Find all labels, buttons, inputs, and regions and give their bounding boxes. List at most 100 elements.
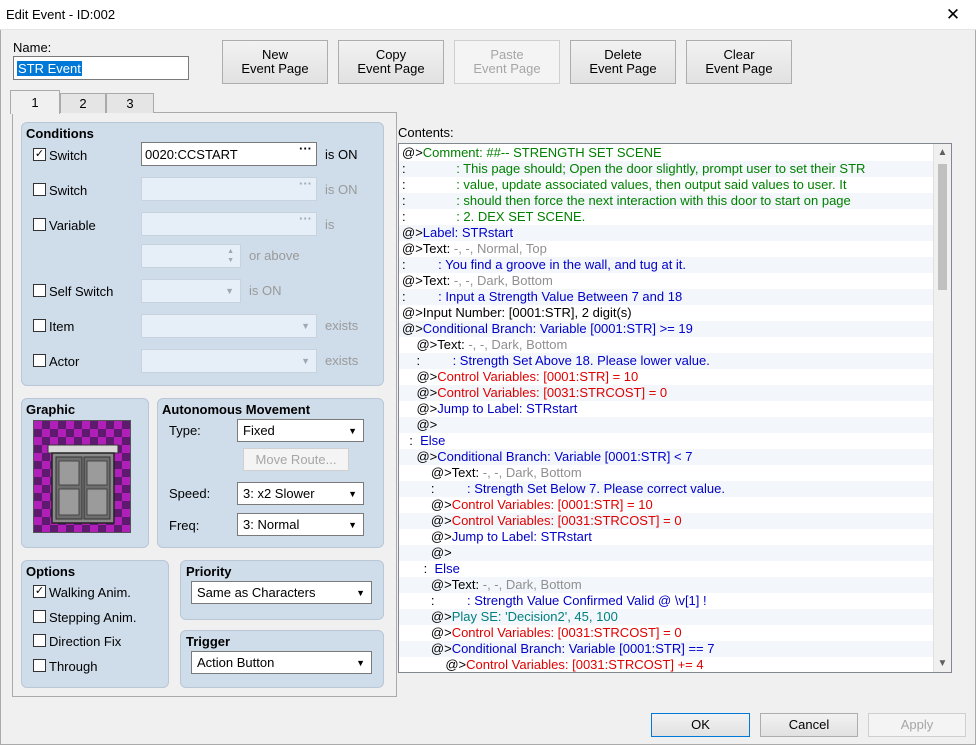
through-checkbox[interactable] <box>33 659 46 672</box>
cancel-button[interactable]: Cancel <box>760 713 858 737</box>
movement-type-select[interactable]: Fixed ▼ <box>237 419 364 442</box>
command-line[interactable]: : : should then force the next interacti… <box>399 193 933 209</box>
switch1-field[interactable]: 0020:CCSTART ··· <box>141 142 317 166</box>
actor-select[interactable]: ▼ <box>141 349 317 373</box>
ok-button[interactable]: OK <box>651 713 750 737</box>
command-line[interactable]: : : This page should; Open the door slig… <box>399 161 933 177</box>
command-line[interactable]: : : Strength Value Confirmed Valid @ \v[… <box>399 593 933 609</box>
priority-select[interactable]: Same as Characters ▼ <box>191 581 372 604</box>
door-sprite-icon <box>34 421 130 532</box>
command-text: Conditional Branch: Variable [0001:STR] … <box>451 641 715 656</box>
ellipsis-icon[interactable]: ··· <box>299 213 312 226</box>
item-select[interactable]: ▼ <box>141 314 317 338</box>
command-line[interactable]: @>Conditional Branch: Variable [0001:STR… <box>399 321 933 337</box>
command-line[interactable]: @> <box>399 417 933 433</box>
command-line[interactable]: @>Conditional Branch: Variable [0001:STR… <box>399 641 933 657</box>
stepping-anim-checkbox[interactable] <box>33 610 46 623</box>
command-text: : Strength Set Below 7. Please correct v… <box>434 481 725 496</box>
command-line[interactable]: : : Input a Strength Value Between 7 and… <box>399 289 933 305</box>
tab-page-2[interactable]: 2 <box>60 93 106 113</box>
command-line[interactable]: @>Text: -, -, Normal, Top <box>399 241 933 257</box>
command-line[interactable]: @>Control Variables: [0031:STRCOST] = 0 <box>399 625 933 641</box>
switch2-field[interactable]: ··· <box>141 177 317 201</box>
apply-button[interactable]: Apply <box>868 713 966 737</box>
actor-checkbox[interactable] <box>33 354 46 367</box>
paste-event-page-button[interactable]: Paste Event Page <box>454 40 560 84</box>
command-text: Conditional Branch: Variable [0001:STR] … <box>437 449 693 464</box>
tab-page-3[interactable]: 3 <box>106 93 154 113</box>
command-line[interactable]: @>Jump to Label: STRstart <box>399 529 933 545</box>
up-arrow-icon[interactable]: ▲ <box>934 144 951 161</box>
ellipsis-icon[interactable]: ··· <box>299 178 312 191</box>
scrollbar-thumb[interactable] <box>938 164 947 290</box>
self-switch-select[interactable]: ▼ <box>141 279 241 303</box>
event-graphic[interactable] <box>33 420 131 533</box>
command-line[interactable]: @>Label: STRstart <box>399 225 933 241</box>
direction-fix-checkbox[interactable] <box>33 634 46 647</box>
command-line[interactable]: @>Jump to Label: STRstart <box>399 401 933 417</box>
switch2-checkbox[interactable] <box>33 183 46 196</box>
trigger-title: Trigger <box>186 634 231 649</box>
command-line[interactable]: @>Text: -, -, Dark, Bottom <box>399 273 933 289</box>
switch1-label: Switch <box>49 148 88 163</box>
ellipsis-icon[interactable]: ··· <box>299 143 312 156</box>
command-line[interactable]: @>Play SE: 'Decision2', 45, 100 <box>399 609 933 625</box>
actor-label: Actor <box>49 354 80 369</box>
command-text: @> <box>402 545 452 560</box>
clear-event-page-button[interactable]: Clear Event Page <box>686 40 792 84</box>
trigger-select[interactable]: Action Button ▼ <box>191 651 372 674</box>
vertical-scrollbar[interactable]: ▲ ▼ <box>933 144 951 672</box>
command-line[interactable]: : : 2. DEX SET SCENE. <box>399 209 933 225</box>
switch2-suffix: is ON <box>325 182 358 197</box>
switch1-checkbox[interactable] <box>33 148 46 161</box>
command-line[interactable]: @>Text: -, -, Dark, Bottom <box>399 577 933 593</box>
command-line[interactable]: @>Control Variables: [0031:STRCOST] = 0 <box>399 513 933 529</box>
freq-select[interactable]: 3: Normal ▼ <box>237 513 364 536</box>
command-line[interactable]: : Else <box>399 433 933 449</box>
command-line[interactable]: @> <box>399 545 933 561</box>
variable-value-spinner[interactable]: ▲ ▼ <box>141 244 241 268</box>
command-line[interactable]: : : value, update associated values, the… <box>399 177 933 193</box>
delete-event-page-button[interactable]: Delete Event Page <box>570 40 676 84</box>
tab-page-1[interactable]: 1 <box>10 90 60 114</box>
command-text: : You find a groove in the wall, and tug… <box>405 257 687 272</box>
move-route-button[interactable]: Move Route... <box>243 448 349 471</box>
command-text: @> <box>402 625 452 640</box>
speed-select[interactable]: 3: x2 Slower ▼ <box>237 482 364 505</box>
name-input[interactable]: STR Event <box>13 56 189 80</box>
new-event-page-button[interactable]: New Event Page <box>222 40 328 84</box>
command-text: Control Variables: [0001:STR] = 10 <box>451 497 653 512</box>
command-line[interactable]: @>Control Variables: [0001:STR] = 10 <box>399 369 933 385</box>
command-text: @>Input Number: [0001:STR], 2 digit(s) <box>402 305 632 320</box>
command-text: -, -, Dark, Bottom <box>482 577 582 592</box>
command-line[interactable]: @>Control Variables: [0001:STR] = 10 <box>399 497 933 513</box>
down-arrow-icon[interactable]: ▼ <box>934 655 951 672</box>
command-line[interactable]: @>Comment: ##-- STRENGTH SET SCENE <box>399 145 933 161</box>
spinner-arrows-icon[interactable]: ▲ ▼ <box>227 247 234 265</box>
switch2-label: Switch <box>49 183 88 198</box>
command-line[interactable]: @>Control Variables: [0031:STRCOST] += 4 <box>399 657 933 672</box>
command-line[interactable]: : Else <box>399 561 933 577</box>
variable-checkbox[interactable] <box>33 218 46 231</box>
command-line[interactable]: @>Input Number: [0001:STR], 2 digit(s) <box>399 305 933 321</box>
item-checkbox[interactable] <box>33 319 46 332</box>
chevron-down-icon: ▼ <box>348 519 357 530</box>
command-text: @> <box>402 369 438 384</box>
self-switch-checkbox[interactable] <box>33 284 46 297</box>
copy-event-page-button[interactable]: Copy Event Page <box>338 40 444 84</box>
command-line[interactable]: @>Text: -, -, Dark, Bottom <box>399 465 933 481</box>
command-line[interactable]: : : Strength Set Below 7. Please correct… <box>399 481 933 497</box>
command-line[interactable]: : : Strength Set Above 18. Please lower … <box>399 353 933 369</box>
walking-anim-checkbox[interactable] <box>33 585 46 598</box>
self-switch-suffix: is ON <box>249 283 282 298</box>
chevron-down-icon: ▼ <box>301 321 310 331</box>
command-line[interactable]: : : You find a groove in the wall, and t… <box>399 257 933 273</box>
command-text: @> <box>402 321 423 336</box>
close-icon[interactable]: ✕ <box>930 0 976 30</box>
variable-field[interactable]: ··· <box>141 212 317 236</box>
command-text: : Input a Strength Value Between 7 and 1… <box>405 289 683 304</box>
command-line[interactable]: @>Text: -, -, Dark, Bottom <box>399 337 933 353</box>
command-line[interactable]: @>Control Variables: [0031:STRCOST] = 0 <box>399 385 933 401</box>
command-line[interactable]: @>Conditional Branch: Variable [0001:STR… <box>399 449 933 465</box>
event-commands-list[interactable]: @>Comment: ##-- STRENGTH SET SCENE: : Th… <box>398 143 952 673</box>
